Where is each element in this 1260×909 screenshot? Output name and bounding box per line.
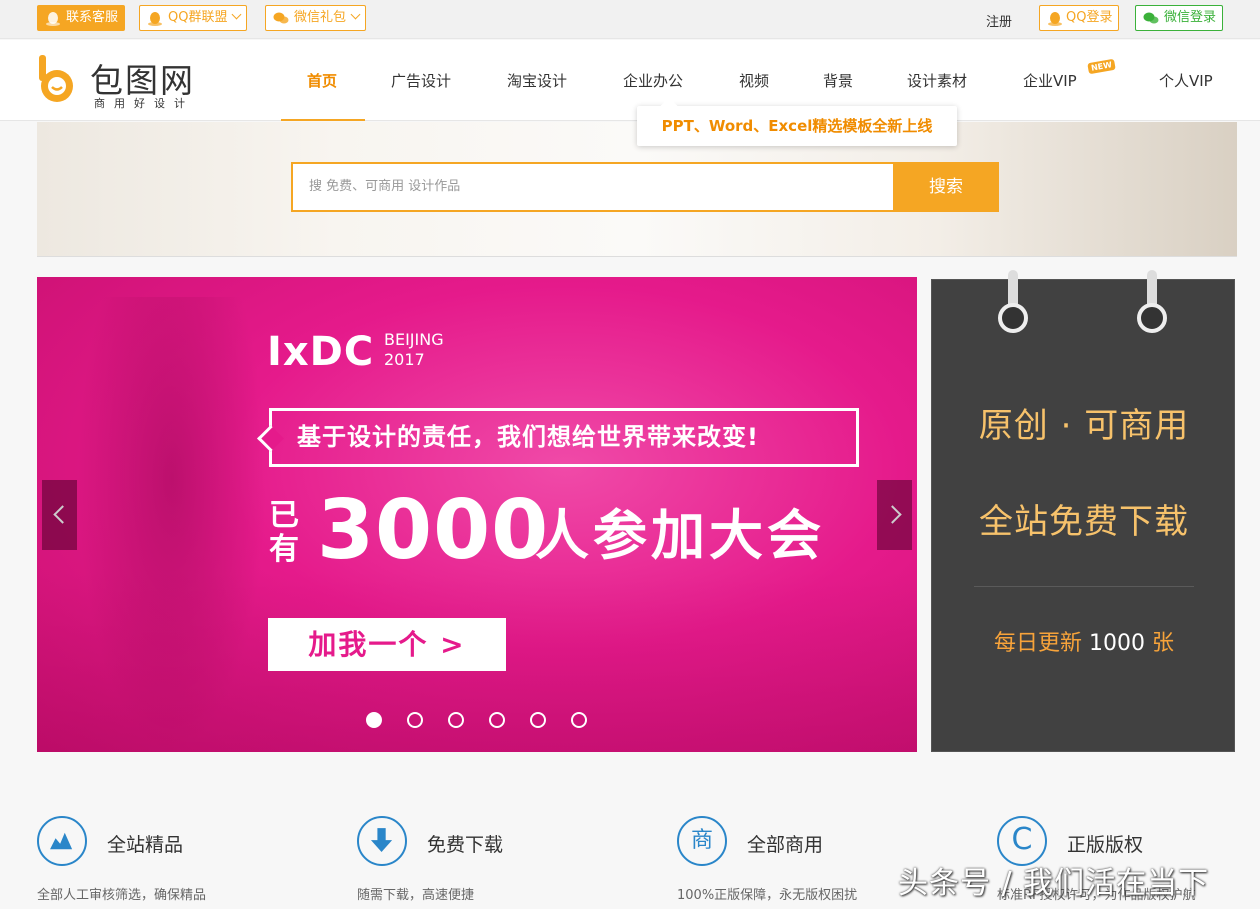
binder-ring-icon — [1137, 270, 1167, 333]
chevron-down-icon — [350, 9, 361, 20]
nav-item-background[interactable]: 背景 — [823, 70, 853, 91]
side-daily-prefix: 每日更新 — [993, 631, 1082, 656]
nav-item-enterprise-vip[interactable]: 企业VIP — [1023, 70, 1077, 91]
carousel-dot[interactable] — [366, 712, 382, 728]
search-button[interactable]: 搜索 — [893, 162, 999, 212]
hero-text: 人参加大会 — [535, 504, 825, 567]
ixdc-city-year: BEIJING 2017 — [384, 330, 444, 370]
feature-desc: 随需下载，高速便捷 — [357, 888, 475, 903]
nav-item-design-assets[interactable]: 设计素材 — [907, 70, 967, 91]
contact-service-label: 联系客服 — [66, 10, 119, 25]
carousel-dot[interactable] — [571, 712, 587, 728]
wechat-gift-label: 微信礼包 — [294, 10, 347, 25]
feature-desc: 100%正版保障，永无版权困扰 — [677, 888, 858, 903]
wechat-icon — [273, 12, 289, 24]
side-daily-update: 每日更新 1000 张 — [932, 625, 1236, 657]
qq-penguin-icon — [1048, 12, 1062, 26]
nav-item-video[interactable]: 视频 — [739, 70, 769, 91]
feature-desc: 全部人工审核筛选，确保精品 — [37, 888, 207, 903]
nav-item-ad-design[interactable]: 广告设计 — [391, 70, 451, 91]
nav-item-home[interactable]: 首页 — [307, 70, 337, 91]
office-tooltip[interactable]: PPT、Word、Excel精选模板全新上线 — [637, 106, 957, 146]
nav-item-taobao-design[interactable]: 淘宝设计 — [507, 70, 567, 91]
search-input[interactable]: 搜 免费、可商用 设计作品 — [291, 162, 893, 212]
ixdc-logo: IxDC — [267, 329, 375, 375]
ixdc-year: 2017 — [384, 350, 425, 369]
feature-title: 免费下载 — [427, 834, 504, 856]
carousel-prev-arrow-icon[interactable] — [42, 480, 77, 550]
chevron-down-icon — [232, 9, 242, 20]
side-daily-suffix: 张 — [1152, 631, 1175, 656]
wechat-login-button[interactable]: 微信登录 — [1135, 5, 1224, 31]
binder-ring-icon — [998, 270, 1028, 333]
feature-download: 免费下载 随需下载，高速便捷 — [357, 816, 657, 909]
logo-icon[interactable] — [36, 53, 78, 105]
nav-item-personal-vip[interactable]: 个人VIP — [1159, 70, 1213, 91]
register-link[interactable]: 注册 — [986, 11, 1012, 30]
side-original-text: 原创 · 可商用 — [978, 406, 1190, 446]
new-badge: NEW — [1087, 58, 1116, 75]
top-utility-bar: 联系客服 QQ群联盟 微信礼包 注册 QQ登录 微信登录 — [0, 0, 1260, 39]
quality-icon — [37, 816, 87, 866]
carousel-dot[interactable] — [407, 712, 423, 728]
logo-slogan: 商用好设计 — [94, 97, 194, 110]
side-daily-number: 1000 — [1089, 631, 1145, 656]
feature-title: 全站精品 — [107, 834, 184, 856]
side-free-download-text: 全站免费下载 — [979, 502, 1189, 542]
feature-quality: 全站精品 全部人工审核筛选，确保精品 — [37, 816, 337, 909]
wechat-login-label: 微信登录 — [1164, 10, 1217, 25]
hero-slogan: 基于设计的责任，我们想给世界带来改变! — [269, 408, 859, 467]
download-icon — [357, 816, 407, 866]
active-nav-indicator — [281, 119, 365, 121]
qq-penguin-icon — [46, 12, 60, 26]
feature-title: 全部商用 — [747, 834, 824, 856]
carousel-dot[interactable] — [530, 712, 546, 728]
qq-login-label: QQ登录 — [1066, 10, 1113, 25]
ixdc-city: BEIJING — [384, 330, 444, 349]
carousel-dot[interactable] — [448, 712, 464, 728]
wechat-gift-dropdown[interactable]: 微信礼包 — [265, 5, 367, 31]
carousel-next-arrow-icon[interactable] — [877, 480, 912, 550]
promo-side-panel[interactable]: 原创 · 可商用 全站免费下载 每日更新 1000 张 — [931, 270, 1236, 752]
join-cta-button[interactable]: 加我一个 > — [268, 618, 506, 671]
qq-group-dropdown[interactable]: QQ群联盟 — [139, 5, 248, 31]
qq-group-label: QQ群联盟 — [168, 10, 228, 25]
commercial-icon: 商 — [677, 816, 727, 866]
main-nav: 包图网 商用好设计 首页 广告设计 淘宝设计 企业办公 视频 背景 设计素材 企… — [0, 40, 1260, 121]
wechat-icon — [1143, 12, 1159, 24]
qq-penguin-icon — [148, 12, 162, 26]
side-divider — [974, 586, 1194, 587]
qq-login-button[interactable]: QQ登录 — [1039, 5, 1120, 31]
hero-pre-text: 已有 — [269, 498, 299, 567]
carousel-dot[interactable] — [489, 712, 505, 728]
contact-service-button[interactable]: 联系客服 — [37, 5, 126, 31]
hero-number: 3000 — [317, 483, 550, 578]
hero-carousel[interactable]: IxDC BEIJING 2017 基于设计的责任，我们想给世界带来改变! 已有… — [37, 277, 917, 752]
watermark-text: 头条号 / 我们活在当下 — [898, 866, 1210, 901]
nav-item-office[interactable]: 企业办公 — [623, 70, 683, 91]
feature-title: 正版版权 — [1067, 834, 1144, 856]
